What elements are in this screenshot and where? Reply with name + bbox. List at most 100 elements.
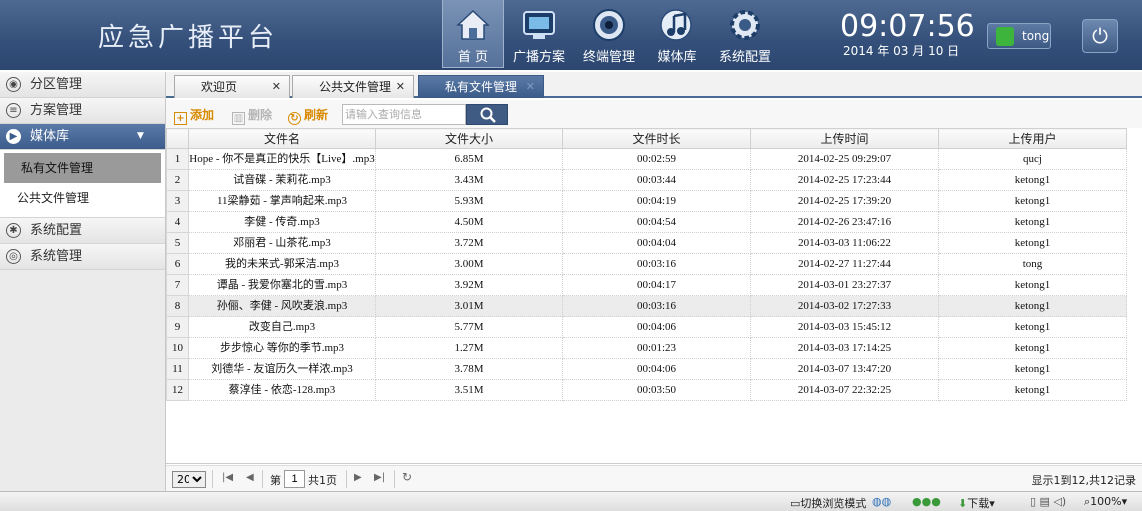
add-icon: + xyxy=(174,112,187,125)
cell-upload-time: 2014-03-01 23:27:37 xyxy=(750,274,939,296)
home-icon xyxy=(456,9,490,40)
clock-date: 2014 年 03 月 10 日 xyxy=(843,44,960,58)
nav-media[interactable]: 媒体库 xyxy=(646,0,708,68)
table-row[interactable]: 10 步步惊心 等你的季节.mp3 1.27M 00:01:23 2014-03-03 … xyxy=(166,337,1127,359)
nav-terminal[interactable]: 终端管理 xyxy=(578,0,640,68)
table-row[interactable]: 3 11梁静茹 - 掌声响起来.mp3 5.93M 00:04:19 2014-02-2… xyxy=(166,190,1127,212)
reload-icon[interactable]: ↻ xyxy=(402,470,412,484)
browse-mode-label: 切换浏览模式 xyxy=(800,497,867,510)
nav-system-config[interactable]: 系统配置 xyxy=(714,0,776,68)
delete-button[interactable]: ▥ 删除 xyxy=(232,106,272,125)
cell-filename: 李健 - 传奇.mp3 xyxy=(188,211,376,233)
column-header-upload-time[interactable]: 上传时间 xyxy=(750,128,939,149)
table-row[interactable]: 9 改变自己.mp3 5.77M 00:04:06 2014-03-03 15:45:1… xyxy=(166,316,1127,338)
sidebar-item-system-admin[interactable]: ◎ 系统管理 xyxy=(0,244,165,270)
download-label: 下载 xyxy=(967,497,990,510)
sidebar-item-plan[interactable]: ≡ 方案管理 xyxy=(0,98,165,124)
table-row[interactable]: 4 李健 - 传奇.mp3 4.50M 00:04:54 2014-02-26 23:4… xyxy=(166,211,1127,233)
globe-icon[interactable]: ◍◍ xyxy=(872,495,891,508)
user-badge[interactable]: tong xyxy=(987,23,1051,49)
table-row[interactable]: 7 谭晶 - 我爱你塞北的雪.mp3 3.92M 00:04:17 2014-03-01… xyxy=(166,274,1127,296)
column-header-filename[interactable]: 文件名 xyxy=(188,128,376,149)
search-button[interactable] xyxy=(466,104,508,125)
cell-size: 1.27M xyxy=(375,337,563,359)
next-page-icon[interactable]: ▶ xyxy=(354,472,362,483)
close-icon[interactable]: ✕ xyxy=(526,76,535,98)
tab-private-files[interactable]: 私有文件管理 ✕ xyxy=(418,75,544,98)
cell-filename: 步步惊心 等你的季节.mp3 xyxy=(188,337,376,359)
table-header-row: 文件名 文件大小 文件时长 上传时间 上传用户 xyxy=(166,128,1127,149)
cell-size: 3.72M xyxy=(375,232,563,254)
logout-button[interactable]: ⏻ xyxy=(1082,19,1118,53)
sound-icon[interactable]: ▯ ▤ ◁) xyxy=(1030,495,1066,508)
table-row[interactable]: 1 Hope - 你不是真正的快乐【Live】.mp3 6.85M 00:02:59 2… xyxy=(166,148,1127,170)
sidebar-subitem-private-files[interactable]: 私有文件管理 xyxy=(4,153,161,183)
cell-size: 5.93M xyxy=(375,190,563,212)
cell-filename: Hope - 你不是真正的快乐【Live】.mp3 xyxy=(188,148,376,170)
column-header-size[interactable]: 文件大小 xyxy=(375,128,563,149)
power-icon: ⏻ xyxy=(1092,24,1108,48)
toolbar: + 添加 ▥ 删除 ↻ 刷新 xyxy=(166,100,1142,128)
cell-size: 3.01M xyxy=(375,295,563,317)
sidebar-item-system-config[interactable]: ✱ 系统配置 xyxy=(0,218,165,244)
cell-filename: 11梁静茹 - 掌声响起来.mp3 xyxy=(188,190,376,212)
last-page-icon[interactable]: ▶| xyxy=(374,472,385,483)
row-number: 1 xyxy=(166,148,189,170)
nav-home[interactable]: 首 页 xyxy=(442,0,504,68)
prev-page-icon[interactable]: ◀ xyxy=(246,472,254,483)
row-number: 6 xyxy=(166,253,189,275)
nav-terminal-label: 终端管理 xyxy=(582,50,635,65)
table-row[interactable]: 2 试音碟 - 茉莉花.mp3 3.43M 00:03:44 2014-02-25 17… xyxy=(166,169,1127,191)
tab-label: 私有文件管理 xyxy=(445,80,518,94)
close-icon[interactable]: ✕ xyxy=(272,76,281,98)
table-row[interactable]: 8 孙俪、李健 - 风吹麦浪.mp3 3.01M 00:03:16 2014-03-02… xyxy=(166,295,1127,317)
tab-public-files[interactable]: 公共文件管理 ✕ xyxy=(292,75,414,98)
add-button[interactable]: + 添加 xyxy=(174,106,214,125)
tab-welcome[interactable]: 欢迎页 ✕ xyxy=(174,75,290,98)
download-button[interactable]: ⬇下载▾ xyxy=(958,495,995,511)
cell-uploader: ketong1 xyxy=(938,190,1127,212)
tab-label: 欢迎页 xyxy=(201,80,238,94)
cell-filename: 蔡淳佳 - 依恋-128.mp3 xyxy=(188,379,376,401)
cell-duration: 00:01:23 xyxy=(562,337,751,359)
sidebar-subitem-public-files[interactable]: 公共文件管理 xyxy=(0,183,165,213)
nav-broadcast-plan-label: 广播方案 xyxy=(512,50,565,65)
cell-size: 4.50M xyxy=(375,211,563,233)
refresh-label: 刷新 xyxy=(304,108,329,122)
refresh-button[interactable]: ↻ 刷新 xyxy=(288,106,328,125)
close-icon[interactable]: ✕ xyxy=(396,76,405,98)
nav-broadcast-plan[interactable]: 广播方案 xyxy=(508,0,570,68)
table-row[interactable]: 6 我的未来式-郭采洁.mp3 3.00M 00:03:16 2014-02-27 11… xyxy=(166,253,1127,275)
row-number: 4 xyxy=(166,211,189,233)
browse-mode-button[interactable]: ▭切换浏览模式 xyxy=(790,495,866,511)
toggle-icon[interactable]: ●●● xyxy=(912,495,941,508)
first-page-icon[interactable]: |◀ xyxy=(222,472,233,483)
file-table: 文件名 文件大小 文件时长 上传时间 上传用户 1 Hope - 你不是真正的快乐… xyxy=(166,128,1142,464)
app-header: 应急广播平台 首 页 广播方案 终端管理 媒体库 系统配置 09:07:56 2… xyxy=(0,0,1142,70)
sidebar-item-media[interactable]: ▶ 媒体库 ▼ xyxy=(0,124,165,150)
row-number: 3 xyxy=(166,190,189,212)
pager-divider xyxy=(346,470,347,488)
row-number: 9 xyxy=(166,316,189,338)
cell-duration: 00:02:59 xyxy=(562,148,751,170)
refresh-icon: ↻ xyxy=(288,112,301,125)
zoom-control[interactable]: ⌕100%▾ xyxy=(1084,495,1127,509)
cell-size: 3.43M xyxy=(375,169,563,191)
cell-size: 3.00M xyxy=(375,253,563,275)
sidebar-item-zone[interactable]: ◉ 分区管理 xyxy=(0,72,165,98)
column-header-uploader[interactable]: 上传用户 xyxy=(938,128,1127,149)
pagination-bar: 20 |◀ ◀ 第 共1页 ▶ ▶| ↻ 显示1到12,共12记录 xyxy=(166,465,1142,491)
search-input[interactable] xyxy=(342,104,466,125)
column-header-duration[interactable]: 文件时长 xyxy=(562,128,751,149)
broadcast-plan-icon xyxy=(523,11,555,39)
cell-uploader: ketong1 xyxy=(938,295,1127,317)
page-size-select[interactable]: 20 xyxy=(172,471,206,488)
table-row[interactable]: 12 蔡淳佳 - 依恋-128.mp3 3.51M 00:03:50 2014-03-0… xyxy=(166,379,1127,401)
search-icon xyxy=(480,107,496,123)
table-row[interactable]: 11 刘德华 - 友谊历久一样浓.mp3 3.78M 00:04:06 2014-03-… xyxy=(166,358,1127,380)
page-number-input[interactable] xyxy=(284,470,305,488)
table-row[interactable]: 5 邓丽君 - 山茶花.mp3 3.72M 00:04:04 2014-03-03 11… xyxy=(166,232,1127,254)
cell-duration: 00:03:44 xyxy=(562,169,751,191)
cell-uploader: ketong1 xyxy=(938,169,1127,191)
page-total-label: 共1页 xyxy=(308,474,337,487)
